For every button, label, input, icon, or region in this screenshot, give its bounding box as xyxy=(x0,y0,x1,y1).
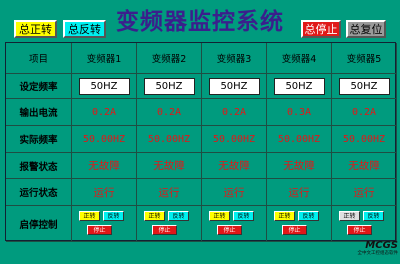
row-label-run-status: 运行状态 xyxy=(6,179,72,206)
set-frequency-input-5[interactable]: 50HZ xyxy=(338,77,390,95)
control-cell-4: 正转 反转 停止 xyxy=(267,206,332,242)
set-frequency-cell: 50HZ xyxy=(137,74,202,99)
set-frequency-input-1[interactable]: 50HZ xyxy=(78,77,130,95)
run-status-5: 运行 xyxy=(332,179,397,206)
output-current-value-3: 0.2A xyxy=(202,99,267,126)
mcgs-logo: MCGS 全中文工控组态软件 xyxy=(338,240,399,257)
alarm-status-2: 无故障 xyxy=(137,153,202,179)
logo-text: MCGS xyxy=(365,240,398,251)
output-current-value-4: 0.3A xyxy=(267,99,332,126)
alarm-status-4: 无故障 xyxy=(267,153,332,179)
alarm-status-1: 无故障 xyxy=(72,153,137,179)
header-inverter-3: 变频器3 xyxy=(202,43,267,74)
set-frequency-input-3[interactable]: 50HZ xyxy=(208,77,260,95)
stop-button-4[interactable]: 停止 xyxy=(282,224,307,235)
header-inverter-5: 变频器5 xyxy=(332,43,397,74)
set-frequency-cell: 50HZ xyxy=(202,74,267,99)
run-status-2: 运行 xyxy=(137,179,202,206)
set-frequency-cell: 50HZ xyxy=(267,74,332,99)
all-reset-button[interactable]: 总复位 xyxy=(346,20,386,38)
actual-frequency-value-4: 50.00HZ xyxy=(267,126,332,153)
forward-button-5[interactable]: 正转 xyxy=(339,210,360,221)
reverse-button-4[interactable]: 反转 xyxy=(298,210,319,221)
header-inverter-4: 变频器4 xyxy=(267,43,332,74)
all-stop-button[interactable]: 总停止 xyxy=(301,20,341,38)
header-inverter-2: 变频器2 xyxy=(137,43,202,74)
row-label-alarm-status: 报警状态 xyxy=(6,153,72,179)
set-frequency-cell: 50HZ xyxy=(332,74,397,99)
reverse-button-2[interactable]: 反转 xyxy=(168,210,189,221)
actual-frequency-value-3: 50.00HZ xyxy=(202,126,267,153)
reverse-button-5[interactable]: 反转 xyxy=(363,210,384,221)
header-item: 项目 xyxy=(6,43,72,74)
set-frequency-input-2[interactable]: 50HZ xyxy=(143,77,195,95)
reverse-button-1[interactable]: 反转 xyxy=(103,210,124,221)
forward-button-2[interactable]: 正转 xyxy=(144,210,165,221)
control-cell-5: 正转 反转 停止 xyxy=(332,206,397,242)
output-current-value-2: 0.2A xyxy=(137,99,202,126)
logo-subtitle: 全中文工控组态软件 xyxy=(357,251,399,256)
row-label-output-current: 输出电流 xyxy=(6,99,72,126)
actual-frequency-value-2: 50.00HZ xyxy=(137,126,202,153)
run-status-1: 运行 xyxy=(72,179,137,206)
control-cell-2: 正转 反转 停止 xyxy=(137,206,202,242)
run-status-3: 运行 xyxy=(202,179,267,206)
alarm-status-5: 无故障 xyxy=(332,153,397,179)
actual-frequency-value-1: 50.00HZ xyxy=(72,126,137,153)
actual-frequency-value-5: 50.00HZ xyxy=(332,126,397,153)
alarm-status-3: 无故障 xyxy=(202,153,267,179)
output-current-value-1: 0.2A xyxy=(72,99,137,126)
set-frequency-cell: 50HZ xyxy=(72,74,137,99)
header-inverter-1: 变频器1 xyxy=(72,43,137,74)
stop-button-1[interactable]: 停止 xyxy=(87,224,112,235)
output-current-value-5: 0.2A xyxy=(332,99,397,126)
control-cell-1: 正转 反转 停止 xyxy=(72,206,137,242)
stop-button-3[interactable]: 停止 xyxy=(217,224,242,235)
forward-button-1[interactable]: 正转 xyxy=(79,210,100,221)
stop-button-2[interactable]: 停止 xyxy=(152,224,177,235)
control-cell-3: 正转 反转 停止 xyxy=(202,206,267,242)
run-status-4: 运行 xyxy=(267,179,332,206)
forward-button-4[interactable]: 正转 xyxy=(274,210,295,221)
monitor-table: 项目 变频器1 变频器2 变频器3 变频器4 变频器5 设定频率 50HZ 50… xyxy=(5,42,397,242)
row-label-set-frequency: 设定频率 xyxy=(6,74,72,99)
reverse-button-3[interactable]: 反转 xyxy=(233,210,254,221)
row-label-start-stop-control: 启停控制 xyxy=(6,206,72,242)
stop-button-5[interactable]: 停止 xyxy=(347,224,372,235)
set-frequency-input-4[interactable]: 50HZ xyxy=(273,77,325,95)
forward-button-3[interactable]: 正转 xyxy=(209,210,230,221)
row-label-actual-frequency: 实际频率 xyxy=(6,126,72,153)
